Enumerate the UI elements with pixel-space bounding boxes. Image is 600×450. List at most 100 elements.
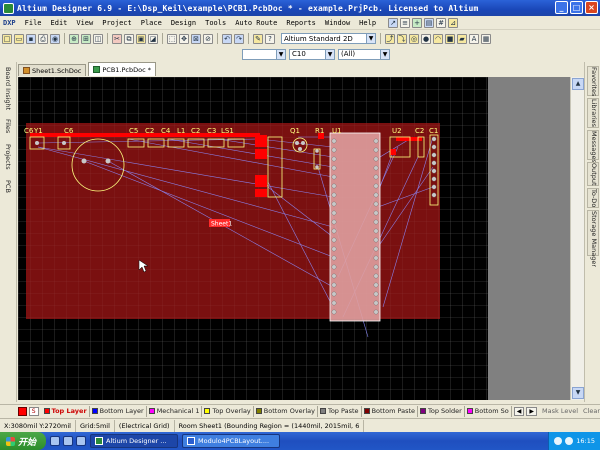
layer-tab-label: Bottom Overlay xyxy=(263,407,315,415)
menu-dxp[interactable]: DXP xyxy=(0,19,19,27)
start-button[interactable]: 开始 xyxy=(0,432,46,450)
layer-tab-bottom-so[interactable]: Bottom So xyxy=(465,405,512,417)
panel-tab-output[interactable]: Output xyxy=(587,162,599,186)
grid-icon[interactable]: # xyxy=(436,17,447,28)
close-button[interactable]: × xyxy=(585,1,598,14)
align-icon[interactable]: ≡ xyxy=(400,17,411,28)
layer-tab-top-solder[interactable]: Top Solder xyxy=(418,405,465,417)
doc-tab-schdoc[interactable]: Sheet1.SchDoc xyxy=(18,64,87,76)
panel-tab-messages[interactable]: Messages xyxy=(587,130,599,163)
print-icon[interactable]: ⎙ xyxy=(38,33,48,44)
net-combo[interactable]: (All) ▼ xyxy=(338,48,390,60)
panel-tab-favorites[interactable]: Favorites xyxy=(587,66,599,96)
undo-icon[interactable]: ↶ xyxy=(222,33,232,44)
fill-icon[interactable]: ■ xyxy=(445,33,455,44)
component-combo[interactable]: C10 ▼ xyxy=(289,48,335,60)
header-pin xyxy=(431,184,437,190)
layer-scroll-right-icon[interactable]: ▶ xyxy=(526,406,538,416)
zoom-fit-icon[interactable]: ⊕ xyxy=(69,33,79,44)
component-icon[interactable]: ▤ xyxy=(424,17,435,28)
layer-tab-top-paste[interactable]: Top Paste xyxy=(318,405,362,417)
panel-tab-files[interactable]: Files xyxy=(2,114,14,138)
place-icon[interactable]: + xyxy=(412,17,423,28)
mask-level-button[interactable]: Mask Level xyxy=(542,407,578,415)
arc-icon[interactable]: ◠ xyxy=(433,33,443,44)
browser-icon[interactable] xyxy=(63,436,73,446)
layer-tab-bottom-overlay[interactable]: Bottom Overlay xyxy=(254,405,318,417)
place-via-icon[interactable]: ● xyxy=(421,33,431,44)
menu-tools[interactable]: Tools xyxy=(202,19,229,27)
place-pad-icon[interactable]: ◎ xyxy=(409,33,419,44)
task-document[interactable]: Modulo4PCBLayout.... xyxy=(182,434,280,448)
current-layer-color[interactable] xyxy=(18,406,27,416)
header-pin xyxy=(431,160,437,166)
menu-place[interactable]: Place xyxy=(138,19,165,27)
scroll-down-icon[interactable]: ▼ xyxy=(572,387,584,399)
graph-icon[interactable]: ↗ xyxy=(388,17,399,28)
vertical-scrollbar[interactable]: ▲ ▼ xyxy=(570,77,584,400)
panel-tab-storage-manager[interactable]: Storage Manager xyxy=(587,210,599,267)
redo-icon[interactable]: ↷ xyxy=(234,33,244,44)
scroll-up-icon[interactable]: ▲ xyxy=(572,78,584,90)
menu-edit[interactable]: Edit xyxy=(48,19,71,27)
measure-icon[interactable]: ⊿ xyxy=(448,17,459,28)
show-desktop-icon[interactable] xyxy=(50,436,60,446)
menu-bar: DXP File Edit View Project Place Design … xyxy=(0,16,600,30)
panel-tab-pcb[interactable]: PCB xyxy=(2,176,14,196)
layer-tab-top-layer[interactable]: Top Layer xyxy=(42,405,90,417)
layer-set-button[interactable]: S xyxy=(28,406,39,416)
select-area-icon[interactable]: ⬚ xyxy=(167,33,177,44)
save-icon[interactable]: ▪ xyxy=(26,33,36,44)
menu-reports[interactable]: Reports xyxy=(283,19,319,27)
route-diff-icon[interactable]: ⤵ xyxy=(397,33,407,44)
paste-icon[interactable]: ▣ xyxy=(136,33,146,44)
open-icon[interactable]: ▭ xyxy=(14,33,24,44)
layer-tab-mechanical-1[interactable]: Mechanical 1 xyxy=(147,405,203,417)
pcb-canvas[interactable]: C6 Y1 C6 C5 C2 C4 L1 C2 C3 LS1 Q1 R1 U1 … xyxy=(18,77,570,400)
polygon-icon[interactable]: ▰ xyxy=(457,33,467,44)
zoom-area-icon[interactable]: ⊞ xyxy=(81,33,91,44)
doc-tab-pcbdoc[interactable]: PCB1.PcbDoc * xyxy=(88,62,156,76)
volume-icon[interactable] xyxy=(565,437,574,445)
menu-window[interactable]: Window xyxy=(322,19,353,27)
menu-design[interactable]: Design xyxy=(168,19,199,27)
panel-tab-board-insight[interactable]: Board Insight xyxy=(2,66,14,112)
pencil-icon[interactable]: ✎ xyxy=(253,33,263,44)
layer-tab-top-overlay[interactable]: Top Overlay xyxy=(202,405,254,417)
filter-combo[interactable]: ▼ xyxy=(242,48,286,60)
route-interactive-icon[interactable]: ⤴ xyxy=(385,33,395,44)
deselect-icon[interactable]: ⊠ xyxy=(191,33,201,44)
maximize-button[interactable]: □ xyxy=(570,1,583,14)
menu-help[interactable]: Help xyxy=(356,19,379,27)
layer-scroll-left-icon[interactable]: ◀ xyxy=(513,406,525,416)
clear-filter-icon[interactable]: ⊘ xyxy=(203,33,213,44)
copy-icon[interactable]: ⧉ xyxy=(124,33,134,44)
panel-tab-todo[interactable]: To-Do xyxy=(587,188,599,208)
layer-tab-bottom-layer[interactable]: Bottom Layer xyxy=(90,405,147,417)
menu-file[interactable]: File xyxy=(22,19,45,27)
menu-project[interactable]: Project xyxy=(99,19,135,27)
media-icon[interactable] xyxy=(76,436,86,446)
view-config-combo[interactable]: Altium Standard 2D ▼ xyxy=(281,33,376,44)
array-icon[interactable]: ▦ xyxy=(481,33,491,44)
standard-toolbar: □ ▭ ▪ ⎙ ◉ ⊕ ⊞ ◫ ✂ ⧉ ▣ ◪ ⬚ ✥ ⊠ ⊘ ↶ ↷ ✎ ? … xyxy=(0,31,600,46)
move-icon[interactable]: ✥ xyxy=(179,33,189,44)
help-icon[interactable]: ? xyxy=(265,33,275,44)
network-icon[interactable] xyxy=(554,437,563,445)
zoom-selected-icon[interactable]: ◫ xyxy=(93,33,103,44)
layer-tab-bottom-paste[interactable]: Bottom Paste xyxy=(362,405,419,417)
cut-icon[interactable]: ✂ xyxy=(112,33,122,44)
new-icon[interactable]: □ xyxy=(2,33,12,44)
rubber-stamp-icon[interactable]: ◪ xyxy=(148,33,158,44)
left-panel-tabs: Board Insight Files Projects PCB xyxy=(0,62,17,402)
clear-button[interactable]: Clear xyxy=(583,407,600,415)
string-icon[interactable]: A xyxy=(469,33,479,44)
menu-auto-route[interactable]: Auto Route xyxy=(232,19,280,27)
preview-icon[interactable]: ◉ xyxy=(50,33,60,44)
panel-tab-libraries[interactable]: Libraries xyxy=(587,98,599,128)
minimize-button[interactable]: _ xyxy=(555,1,568,14)
task-altium[interactable]: Altium Designer ... xyxy=(90,434,178,448)
panel-tab-projects[interactable]: Projects xyxy=(2,140,14,174)
menu-view[interactable]: View xyxy=(73,19,96,27)
window-controls: _ □ × xyxy=(555,1,598,14)
